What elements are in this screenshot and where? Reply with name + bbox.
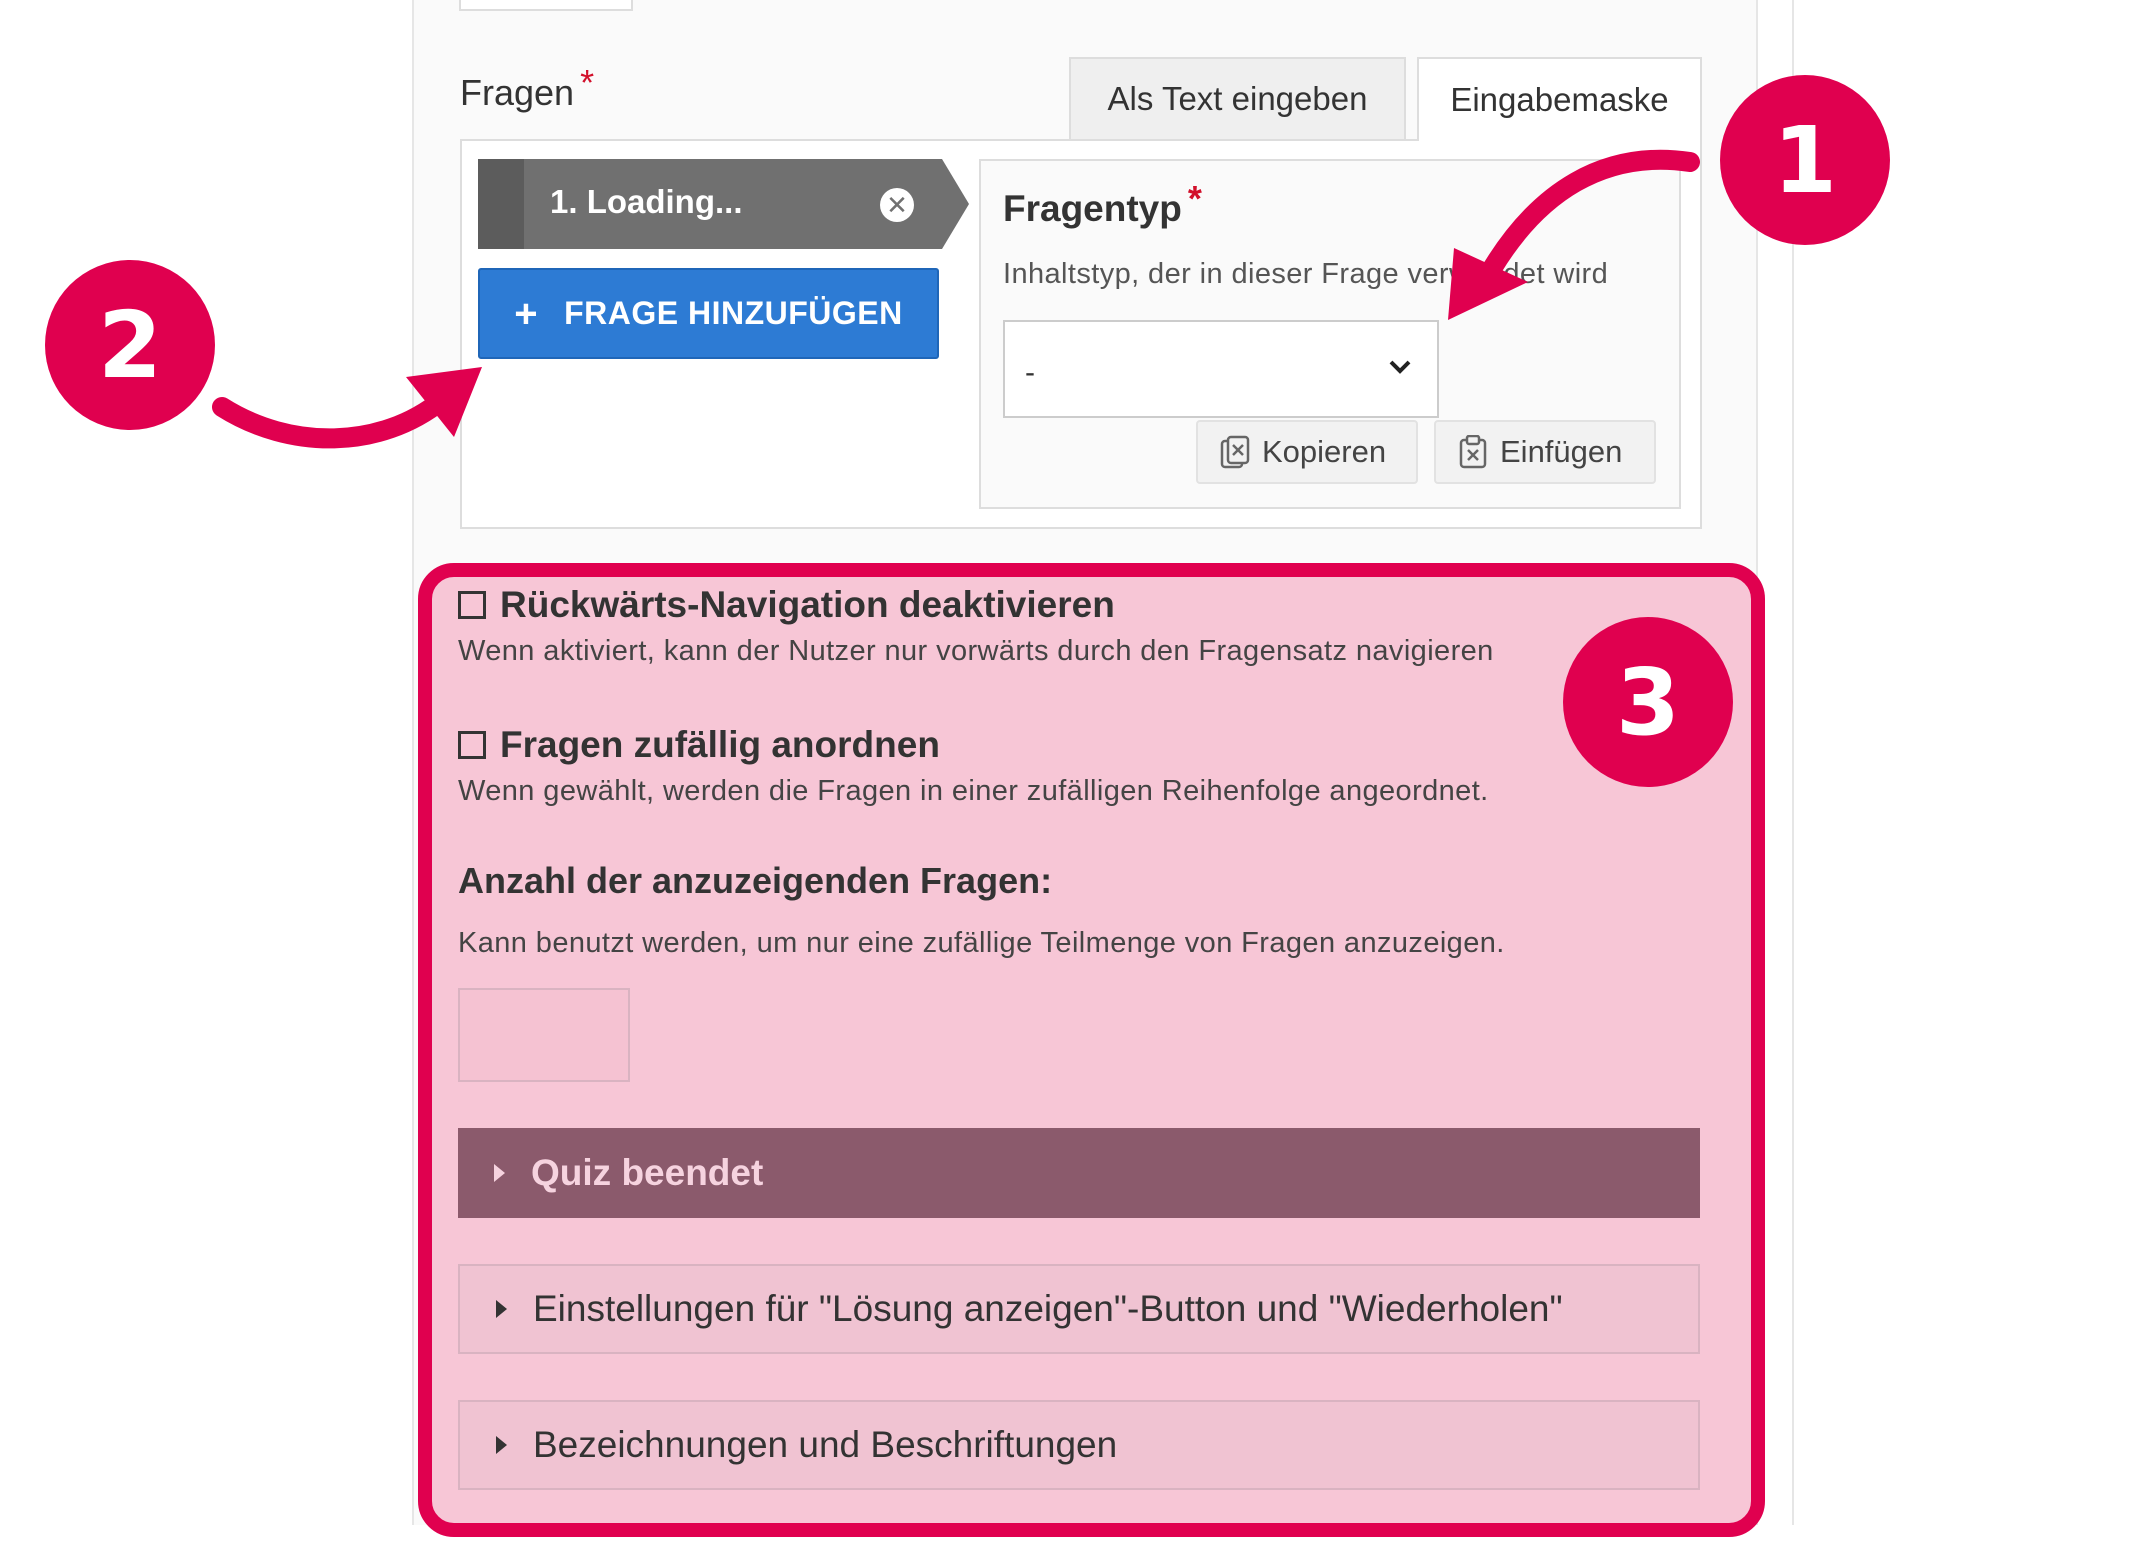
paste-icon [1459, 435, 1487, 469]
drag-handle[interactable] [478, 159, 524, 249]
fragen-label: Fragen * [460, 62, 594, 114]
caret-right-icon [496, 1300, 507, 1318]
required-asterisk: * [1187, 178, 1202, 219]
caret-right-icon [494, 1164, 505, 1182]
copy-icon [1220, 435, 1250, 469]
panel-left-border [412, 0, 414, 1525]
disable-back-navigation-description: Wenn aktiviert, kann der Nutzer nur vorw… [458, 635, 1494, 667]
annotation-badge-3: 3 [1563, 617, 1733, 787]
previous-field-input[interactable] [459, 0, 633, 11]
accordion-solution-retry-settings[interactable]: Einstellungen für "Lösung anzeigen"-Butt… [458, 1264, 1700, 1354]
copy-button[interactable]: Kopieren [1196, 420, 1418, 484]
accordion-quiz-finished[interactable]: Quiz beendet [458, 1128, 1700, 1218]
tab-text-input[interactable]: Als Text eingeben [1069, 57, 1406, 141]
disable-back-navigation-option[interactable]: Rückwärts-Navigation deaktivieren [458, 584, 1115, 626]
question-pool-description: Kann benutzt werden, um nur eine zufälli… [458, 927, 1505, 959]
accordion-labels-texts[interactable]: Bezeichnungen und Beschriftungen [458, 1400, 1700, 1490]
annotation-arrow-2 [212, 367, 482, 449]
add-question-label: FRAGE HINZUFÜGEN [564, 295, 903, 331]
question-type-label-text: Fragentyp [1003, 188, 1182, 229]
question-type-select[interactable]: - [1003, 320, 1439, 418]
accordion-label: Bezeichnungen und Beschriftungen [533, 1424, 1118, 1465]
randomize-questions-description: Wenn gewählt, werden die Fragen in einer… [458, 775, 1489, 807]
paste-button[interactable]: Einfügen [1434, 420, 1656, 484]
question-list-item[interactable]: 1. Loading... ✕ [478, 159, 969, 249]
checkbox[interactable] [458, 731, 486, 759]
select-value: - [1025, 356, 1035, 389]
question-pool-input[interactable] [458, 988, 630, 1082]
plus-icon: + [514, 291, 539, 336]
add-question-button[interactable]: + FRAGE HINZUFÜGEN [478, 268, 939, 359]
disable-back-navigation-label: Rückwärts-Navigation deaktivieren [500, 584, 1115, 625]
tab-input-mask[interactable]: Eingabemaske [1417, 57, 1702, 141]
randomize-questions-option[interactable]: Fragen zufällig anordnen [458, 724, 940, 766]
annotation-badge-1: 1 [1720, 75, 1890, 245]
question-type-label: Fragentyp * [1003, 178, 1202, 230]
randomize-questions-label: Fragen zufällig anordnen [500, 724, 940, 765]
remove-question-icon[interactable]: ✕ [880, 188, 914, 222]
annotation-arrow-1 [1448, 149, 1700, 320]
question-item-label: 1. Loading... [550, 183, 743, 220]
caret-right-icon [496, 1436, 507, 1454]
checkbox[interactable] [458, 591, 486, 619]
chevron-down-icon [1389, 360, 1411, 374]
fragen-label-text: Fragen [460, 72, 575, 113]
required-asterisk: * [580, 62, 595, 103]
accordion-label: Einstellungen für "Lösung anzeigen"-Butt… [533, 1288, 1563, 1329]
question-pool-label: Anzahl der anzuzeigenden Fragen: [458, 860, 1053, 901]
paste-label: Einfügen [1500, 434, 1623, 469]
copy-label: Kopieren [1262, 434, 1387, 469]
accordion-label: Quiz beendet [531, 1152, 764, 1193]
annotation-badge-2: 2 [45, 260, 215, 430]
